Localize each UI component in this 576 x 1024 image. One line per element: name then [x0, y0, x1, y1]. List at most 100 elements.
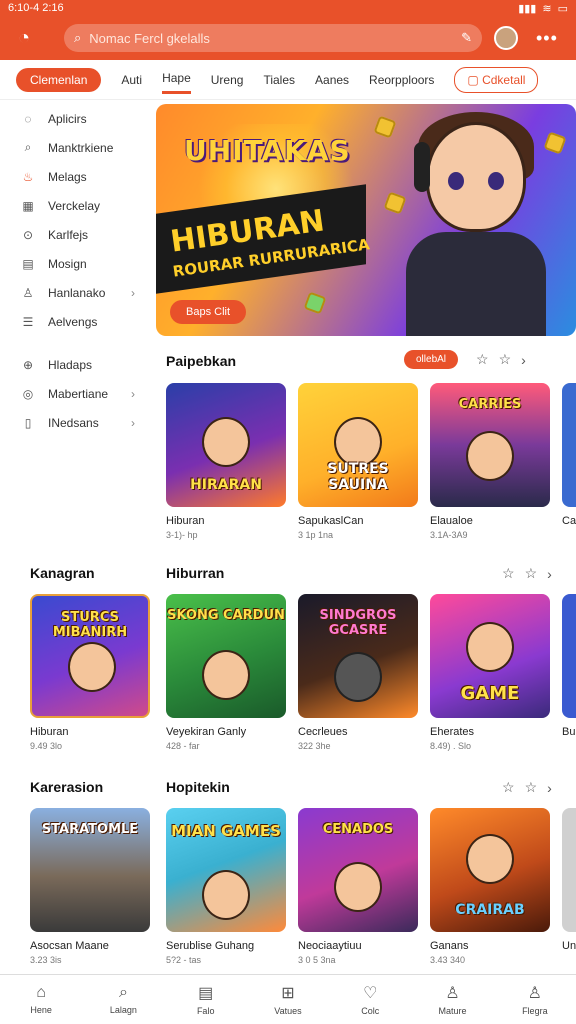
- game-name: Ca: [562, 515, 576, 527]
- tab-0[interactable]: Clemenlan: [16, 67, 102, 92]
- chevron-right-icon[interactable]: ›: [547, 780, 552, 796]
- game-meta: 9.49 3lo: [30, 741, 63, 751]
- character-art: [466, 834, 514, 884]
- chevron-right-icon[interactable]: ›: [521, 352, 526, 368]
- thumbnail-title: CRAIRAB: [455, 902, 525, 918]
- search-icon: ⌕: [74, 30, 82, 45]
- nav-item-account[interactable]: ♙ Mature: [411, 975, 493, 1024]
- nav-item-list[interactable]: ▤ Falo: [165, 975, 247, 1024]
- sidebar-item-3[interactable]: ▦ Verckelay: [0, 191, 155, 220]
- gamepad-art: [334, 652, 382, 702]
- tab-7[interactable]: ▢ Cdketall: [454, 66, 539, 93]
- game-thumbnail: MIAN GAMES: [166, 808, 286, 932]
- star-icon[interactable]: ☆: [502, 565, 515, 582]
- mic-icon[interactable]: ✎: [461, 30, 472, 46]
- game-card[interactable]: SUTRES SAUINA SapukaslCan 3 1p 1na: [298, 383, 418, 540]
- sidebar-item-label: Hladaps: [48, 357, 93, 372]
- star-icon[interactable]: ☆: [476, 351, 489, 368]
- star-icon[interactable]: ☆: [499, 351, 512, 368]
- game-card[interactable]: GAME Eherates 8.49) . Slo: [430, 594, 550, 751]
- game-name: Eherates: [430, 726, 475, 738]
- section-pill-button[interactable]: ollebAl: [404, 350, 459, 369]
- sidebar-item-7[interactable]: ☰ Aelvengs: [0, 307, 155, 336]
- game-name: Bu: [562, 726, 576, 738]
- phone-icon: ▯: [24, 415, 32, 430]
- thumbnail-title: STURCS MIBANIRH: [52, 610, 128, 640]
- character-art: [202, 650, 250, 700]
- status-bar: 6:10-4 2:16 ▮▮▮ ≋ ▭: [0, 0, 576, 16]
- game-card[interactable]: SKONG CARDUN Veyekiran Ganly 428 - far: [166, 594, 286, 751]
- game-card[interactable]: STURCS MIBANIRH Hiburan 9.49 3lo: [30, 594, 150, 751]
- section-title: Hopitekin: [166, 779, 230, 795]
- nav-label: Falo: [196, 1006, 215, 1016]
- app-logo-icon[interactable]: ◔: [10, 24, 38, 52]
- banner-cta-button[interactable]: Baps Clit: [170, 300, 247, 324]
- game-meta: 5?2 - tas: [166, 955, 202, 965]
- sidebar-item-1[interactable]: ⌕ Manktrkiene: [0, 133, 155, 162]
- game-card[interactable]: HIRARAN Hiburan 3-1)- hp: [166, 383, 286, 540]
- nav-item-gift[interactable]: ⊞ Vatues: [247, 975, 329, 1024]
- game-name: Hiburan: [30, 726, 69, 738]
- sidebar-item-6[interactable]: ♙ Hanlanako ›: [0, 278, 155, 307]
- sidebar-item-5[interactable]: ▤ Mosign: [0, 249, 155, 278]
- character-art: [202, 417, 250, 467]
- game-thumbnail: SKONG CARDUN: [166, 594, 286, 718]
- star-icon[interactable]: ☆: [502, 779, 515, 796]
- game-name: Un: [562, 940, 576, 952]
- game-name: Serublise Guhang: [166, 940, 255, 952]
- game-card[interactable]: SINDGROS GCASRE Cecrleues 322 3he: [298, 594, 418, 751]
- tab-6[interactable]: Reorpploors: [369, 67, 434, 93]
- game-thumbnail: CARRIES: [430, 383, 550, 507]
- search-bar[interactable]: ⌕ ✎: [64, 24, 482, 52]
- game-name: Elaualoe: [430, 515, 473, 527]
- banner-logo: UHITAKAS: [184, 134, 351, 167]
- game-card[interactable]: STARATOMLE Asocsan Maane 3.23 3is: [30, 808, 150, 965]
- tab-4[interactable]: Tiales: [263, 67, 295, 93]
- star-icon[interactable]: ☆: [525, 565, 538, 582]
- nav-item-search[interactable]: ⌕ Lalagn: [82, 975, 164, 1024]
- tab-2[interactable]: Hape: [162, 65, 191, 94]
- list-icon: ☰: [22, 314, 34, 329]
- game-card[interactable]: MIAN GAMES Serublise Guhang 5?2 - tas: [166, 808, 286, 965]
- game-meta: 428 - far: [166, 741, 200, 751]
- home-icon: ⌂: [36, 984, 46, 1001]
- star-icon[interactable]: ☆: [525, 779, 538, 796]
- chevron-right-icon: ›: [131, 386, 135, 401]
- document-icon: ▤: [22, 256, 34, 271]
- game-card[interactable]: CARRIES Elaualoe 3.1A-3A9: [430, 383, 550, 540]
- tab-5[interactable]: Aanes: [315, 67, 349, 93]
- status-icons: ▮▮▮ ≋ ▭: [518, 2, 568, 15]
- game-card-partial[interactable]: Ca: [562, 383, 576, 527]
- nav-item-profile[interactable]: ♙ Flegra: [494, 975, 576, 1024]
- avatar[interactable]: [494, 26, 518, 50]
- thumbnail-title: SKONG CARDUN: [167, 608, 285, 623]
- nav-item-home[interactable]: ⌂ Hene: [0, 975, 82, 1024]
- section-actions: ollebAl ☆ ☆ ›: [404, 350, 526, 369]
- chevron-right-icon[interactable]: ›: [547, 566, 552, 582]
- sidebar-item-10[interactable]: ▯ INedsans ›: [0, 408, 155, 437]
- game-card-partial[interactable]: Bu: [562, 594, 576, 738]
- game-card[interactable]: CRAIRAB Ganans 3.43 340: [430, 808, 550, 965]
- hero-banner[interactable]: UHITAKAS HIBURAN ROURAR RURRURARICA Baps…: [156, 104, 576, 336]
- game-name: Ganans: [430, 940, 469, 952]
- nav-item-favorites[interactable]: ♡ Colc: [329, 975, 411, 1024]
- section-title-featured: Paipebkan: [166, 353, 237, 369]
- tab-3[interactable]: Ureng: [211, 67, 244, 93]
- more-options-icon[interactable]: •••: [536, 28, 558, 49]
- game-meta: 3 0 5 3na: [298, 955, 336, 965]
- sidebar-item-4[interactable]: ⊙ Karlfejs: [0, 220, 155, 249]
- user-icon: ♙: [22, 285, 34, 300]
- tab-1[interactable]: Auti: [121, 67, 142, 93]
- game-card-partial[interactable]: Un: [562, 808, 576, 952]
- nav-label: Hene: [30, 1005, 52, 1015]
- sidebar-item-2[interactable]: ♨ Melags: [0, 162, 155, 191]
- game-card[interactable]: CENADOS Neociaaytiuu 3 0 5 3na: [298, 808, 418, 965]
- game-meta: 3.43 340: [430, 955, 466, 965]
- sidebar-item-8[interactable]: ⊕ Hladaps: [0, 350, 155, 379]
- section-title: Hiburran: [166, 565, 225, 581]
- game-name: Asocsan Maane: [30, 940, 109, 952]
- sidebar-item-9[interactable]: ◎ Mabertiane ›: [0, 379, 155, 408]
- sidebar-item-label: Melags: [48, 169, 87, 184]
- search-input[interactable]: [89, 30, 462, 46]
- sidebar-item-0[interactable]: ◌ Aplicirs: [0, 104, 155, 133]
